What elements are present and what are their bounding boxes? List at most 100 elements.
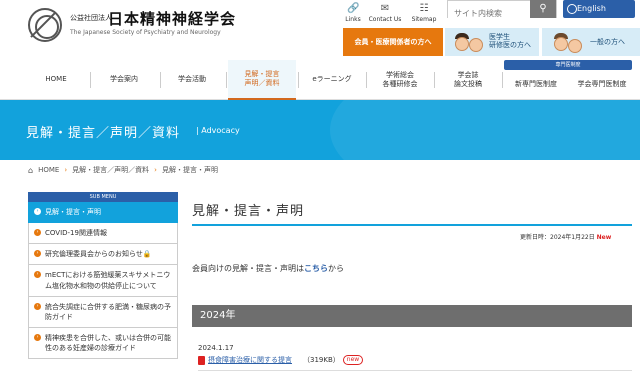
sidebar-item-perinatal-guide[interactable]: › 精神疾患を合併した、或いは合併の可能性のある妊産婦の診療ガイド <box>28 327 178 360</box>
nav-advocacy-label-1: 見解・提言 <box>244 69 280 78</box>
arrow-right-icon: › <box>34 208 41 215</box>
new-badge: New <box>596 234 612 241</box>
org-type-label: 公益社団法人 <box>70 14 112 22</box>
breadcrumb-current: 見解・提言・声明 <box>161 166 218 174</box>
site-title-en: The Japanese Society of Psychiatry and N… <box>70 29 221 36</box>
child-face-icon <box>568 39 582 53</box>
intro-text: 会員向けの見解・提言・声明はこちらから <box>192 263 344 274</box>
public-face-icon <box>554 37 568 51</box>
updated-label: 更新日時：2024年1月22日 <box>520 234 595 241</box>
breadcrumb-level1[interactable]: 見解・提言／声明／資料 <box>72 165 149 175</box>
contact-us-label: Contact Us <box>368 16 402 23</box>
banner-title: 見解・提言／声明／資料 <box>26 126 181 141</box>
arrow-right-icon: › <box>34 333 41 341</box>
arrow-right-icon: › <box>34 229 41 237</box>
student-face-icon <box>455 37 469 51</box>
nav-journal[interactable]: 学会誌 論文投稿 <box>436 60 500 100</box>
sidebar-item-obesity-guide[interactable]: › 統合失調症に合併する肥満・糖尿病の予防ガイド <box>28 296 178 328</box>
english-button[interactable]: English <box>563 0 635 18</box>
file-size: （319KB） <box>303 356 340 364</box>
year-heading: 2024年 <box>192 305 632 327</box>
sitemap-icon: ☷ <box>419 3 429 14</box>
sitemap-link[interactable]: ☷ Sitemap <box>404 3 444 24</box>
sidebar-item-ethics[interactable]: › 研究倫理委員会からのお知らせ🔒 <box>28 244 178 266</box>
nav-congress[interactable]: 学術総会 各種研修会 <box>368 60 432 100</box>
nav-divider <box>502 72 503 88</box>
intro-before: 会員向けの見解・提言・声明は <box>192 264 304 273</box>
students-label-1: 医学生 <box>489 33 510 41</box>
sidebar-item-label: 見解・提言・声明 <box>45 208 101 216</box>
updated-date: 更新日時：2024年1月22日 New <box>520 232 611 241</box>
nav-journal-label-2: 論文投稿 <box>454 80 482 88</box>
society-logo-icon[interactable] <box>28 8 62 42</box>
nav-congress-label-2: 各種研修会 <box>382 80 418 88</box>
site-header: 公益社団法人 日本精神神経学会 The Japanese Society of … <box>0 0 640 60</box>
nav-home-label: HOME <box>45 75 67 84</box>
nav-advocacy[interactable]: 見解・提言 声明／資料 <box>228 60 296 100</box>
nav-journal-label-1: 学会誌 <box>457 70 479 79</box>
sidebar-item-label: 研究倫理委員会からのお知らせ <box>45 250 143 259</box>
mail-icon: ✉ <box>380 3 390 14</box>
page-title: 見解・提言・声明 <box>192 204 305 219</box>
nav-activities-label: 学会活動 <box>178 75 206 84</box>
resident-face-icon <box>469 38 483 52</box>
nav-society-specialist-label: 学会専門医制度 <box>577 80 627 89</box>
banner-subtitle: | Advocacy <box>196 126 240 135</box>
arrow-right-icon: › <box>34 271 41 279</box>
new-tag: new <box>342 355 364 365</box>
entry-link[interactable]: 摂食障害治療に関する提言 <box>208 355 292 365</box>
nav-divider <box>90 72 91 88</box>
entry-date: 2024.1.17 <box>198 344 234 352</box>
breadcrumb-home[interactable]: HOME <box>38 166 59 174</box>
tab-students[interactable]: 医学生 研修医の方へ <box>445 28 539 56</box>
sidebar-item-label: 精神疾患を合併した、或いは合併の可能性のある妊産婦の診療ガイド <box>45 333 171 353</box>
nav-divider <box>434 72 435 88</box>
link-icon: 🔗 <box>347 3 360 14</box>
search-input[interactable] <box>448 5 534 22</box>
chevron-right-icon: › <box>154 166 157 174</box>
members-link[interactable]: こちら <box>304 264 328 273</box>
nav-advocacy-label-2: 声明／資料 <box>244 79 280 87</box>
intro-after: から <box>328 264 344 273</box>
site-title[interactable]: 日本精神神経学会 <box>108 8 236 29</box>
nav-activities[interactable]: 学会活動 <box>160 60 224 100</box>
home-icon: ⌂ <box>28 165 34 175</box>
nav-congress-label-1: 学術総会 <box>386 70 414 79</box>
contact-us-link[interactable]: ✉ Contact Us <box>365 3 405 24</box>
entry-divider <box>198 370 632 371</box>
sidebar-item-label: 統合失調症に合併する肥満・糖尿病の予防ガイド <box>45 302 171 321</box>
public-label: 一般の方へ <box>590 38 625 46</box>
sidebar-item-mect[interactable]: › mECTにおける筋弛緩薬スキサメトニウム塩化物水和物の供給停止について <box>28 265 178 297</box>
sidebar-item-label: COVID-19関連情報 <box>45 229 107 238</box>
english-label: English <box>577 4 606 13</box>
nav-elearning-label: eラーニング <box>312 75 352 84</box>
search-button[interactable]: ⚲ <box>530 0 556 18</box>
nav-new-specialist-label: 新専門医制度 <box>515 80 557 89</box>
nav-about[interactable]: 学会案内 <box>92 60 156 100</box>
page-banner: 見解・提言／声明／資料 | Advocacy <box>0 100 640 160</box>
sidebar-item-covid[interactable]: › COVID-19関連情報 <box>28 223 178 245</box>
students-label-2: 研修医の方へ <box>489 41 531 50</box>
sidebar-item-advocacy[interactable]: › 見解・提言・声明 <box>28 202 178 224</box>
nav-divider <box>298 72 299 88</box>
tab-members[interactable]: 会員・医療関係者の方へ <box>343 28 443 56</box>
arrow-right-icon: › <box>34 302 41 310</box>
nav-divider <box>226 72 227 88</box>
title-divider <box>192 224 632 226</box>
sidebar: SUB MENU › 見解・提言・声明 › COVID-19関連情報 › 研究倫… <box>28 192 178 384</box>
nav-about-label: 学会案内 <box>110 75 138 84</box>
search-icon: ⚲ <box>539 3 547 14</box>
sidebar-item-label: mECTにおける筋弛緩薬スキサメトニウム塩化物水和物の供給停止について <box>45 271 171 290</box>
links-label: Links <box>345 16 361 23</box>
chevron-right-icon: › <box>64 166 68 174</box>
globe-icon <box>567 4 577 14</box>
specialist-system-badge: 専門医制度 <box>504 60 632 70</box>
list-item: 摂食障害治療に関する提言 （319KB） new <box>198 355 364 365</box>
nav-home[interactable]: HOME <box>28 60 84 100</box>
nav-elearning[interactable]: eラーニング <box>300 60 364 100</box>
breadcrumb: ⌂ HOME › 見解・提言／声明／資料 › 見解・提言・声明 <box>28 165 218 175</box>
lock-icon: 🔒 <box>142 250 152 259</box>
sidebar-heading: SUB MENU <box>28 192 178 202</box>
tab-public[interactable]: 一般の方へ <box>542 28 640 56</box>
pdf-icon <box>198 355 205 365</box>
